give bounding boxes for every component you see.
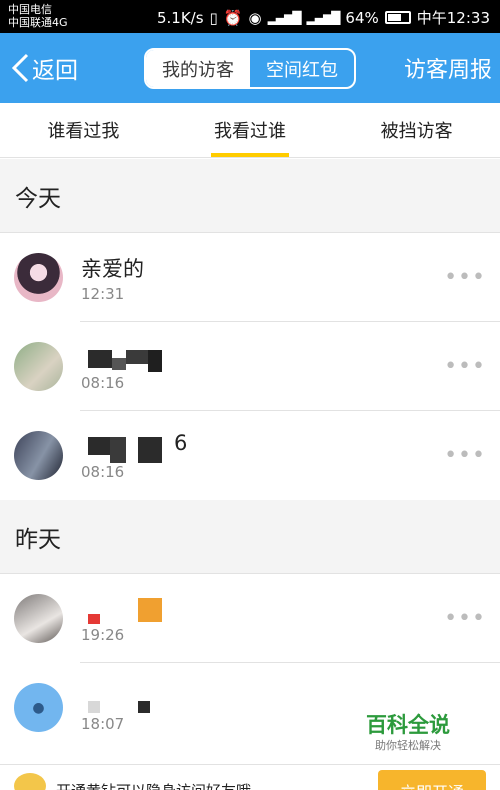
more-options-icon[interactable]: •••	[444, 606, 486, 631]
banner-text: 开通黄钻可以隐身访问好友哦	[56, 780, 251, 790]
visit-time: 12:31	[81, 285, 125, 303]
tab-who-visited-me[interactable]: 谁看过我	[0, 103, 167, 157]
signal-4g-icon: ▂▄▆█	[306, 10, 341, 25]
tab-bar: 谁看过我 我看过谁 被挡访客	[0, 103, 500, 158]
tab-blocked-visitors[interactable]: 被挡访客	[333, 103, 500, 157]
carrier-2: 中国联通4G	[8, 16, 68, 29]
redacted-name	[148, 350, 162, 372]
top-bar: 返回 我的访客 空间红包 访客周报	[0, 33, 500, 103]
redacted-name	[110, 437, 126, 463]
open-vip-button[interactable]: 立即开通	[378, 770, 486, 790]
avatar[interactable]	[14, 342, 63, 391]
visit-time: 08:16	[81, 463, 125, 481]
segment-red-packet[interactable]: 空间红包	[250, 50, 354, 87]
avatar[interactable]: ●	[14, 683, 63, 732]
alarm-icon: ⏰	[223, 8, 243, 27]
avatar[interactable]	[14, 594, 63, 643]
battery-icon	[384, 11, 411, 24]
more-options-icon[interactable]: •••	[444, 265, 486, 290]
signal-icon: ▂▄▆█	[267, 10, 302, 25]
avatar[interactable]	[14, 253, 63, 302]
redacted-name	[88, 350, 112, 368]
list-item[interactable]: 6 08:16 •••	[0, 411, 500, 500]
redacted-name	[138, 701, 150, 713]
redacted-name	[112, 358, 126, 370]
diamond-icon	[14, 773, 46, 790]
list-item[interactable]: 08:16 •••	[0, 322, 500, 411]
paw-icon: ●	[32, 699, 45, 716]
vip-banner: 开通黄钻可以隐身访问好友哦 立即开通	[0, 764, 500, 790]
vibrate-icon: ▯	[209, 8, 218, 27]
eye-icon: ◉	[248, 8, 262, 27]
net-speed: 5.1K/s	[156, 8, 204, 27]
visitor-name: 亲爱的	[81, 257, 144, 281]
carrier-1: 中国电信	[8, 3, 52, 16]
back-chevron-icon	[11, 53, 29, 83]
tab-i-visited[interactable]: 我看过谁	[167, 103, 334, 157]
list-item[interactable]: 亲爱的 12:31 •••	[0, 233, 500, 322]
segment-control: 我的访客 空间红包	[144, 48, 356, 89]
watermark-subtitle: 助你轻松解决	[375, 739, 441, 752]
visit-time: 19:26	[81, 626, 125, 644]
visit-time: 18:07	[81, 715, 125, 733]
status-bar: 中国电信 中国联通4G 5.1K/s ▯ ⏰ ◉ ▂▄▆█ ▂▄▆█ 64% 中…	[0, 0, 500, 33]
more-options-icon[interactable]: •••	[444, 354, 486, 379]
redacted-name	[126, 350, 148, 364]
redacted-name	[88, 701, 100, 713]
section-header-yesterday: 昨天	[0, 500, 500, 574]
section-header-today: 今天	[0, 159, 500, 233]
list-item[interactable]: 19:26 •••	[0, 574, 500, 663]
redacted-name	[138, 437, 162, 463]
avatar[interactable]	[14, 431, 63, 480]
visit-time: 08:16	[81, 374, 125, 392]
redacted-name	[138, 598, 162, 622]
back-button[interactable]: 返回	[10, 51, 78, 85]
redacted-name	[88, 614, 100, 624]
watermark-title: 百科全说	[366, 713, 450, 737]
battery-percent: 64%	[345, 8, 379, 27]
more-options-icon[interactable]: •••	[444, 443, 486, 468]
clock: 中午12:33	[416, 9, 490, 27]
carrier-info: 中国电信 中国联通4G	[8, 3, 68, 29]
status-indicators: 5.1K/s ▯ ⏰ ◉ ▂▄▆█ ▂▄▆█ 64% 中午12:33	[157, 7, 490, 28]
redacted-name	[88, 437, 110, 455]
visitor-name: 6	[174, 431, 188, 455]
back-label: 返回	[32, 58, 78, 84]
watermark: 百科全说 助你轻松解决	[346, 712, 470, 762]
weekly-report-button[interactable]: 访客周报	[404, 52, 492, 84]
segment-my-visitors[interactable]: 我的访客	[146, 50, 250, 87]
